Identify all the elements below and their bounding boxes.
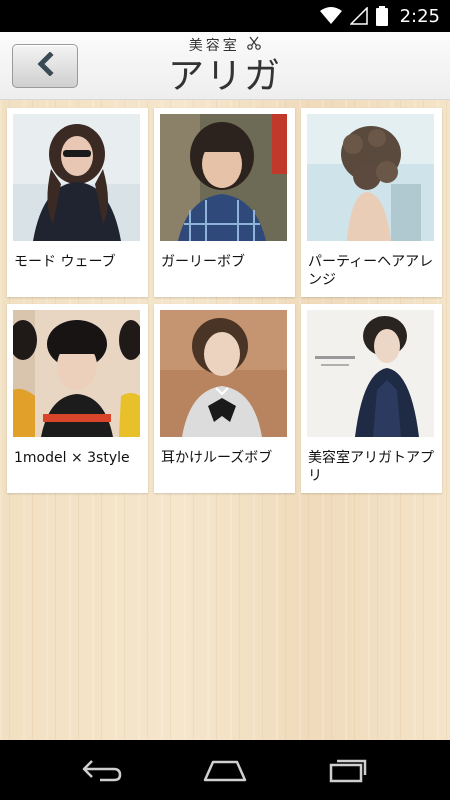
- battery-icon: [375, 6, 388, 26]
- status-bar: 2:25: [0, 0, 450, 32]
- style-card[interactable]: モード ウェーブ: [7, 108, 148, 297]
- app-header: 美容室 アリガト: [0, 32, 450, 137]
- system-nav-bar: [0, 740, 450, 800]
- card-label: 耳かけルーズボブ: [161, 450, 273, 466]
- thumbnail-image: [160, 310, 287, 437]
- back-button[interactable]: [12, 44, 78, 88]
- app-logo: 美容室 アリガト: [150, 32, 300, 137]
- style-card[interactable]: ガーリーボブ: [154, 108, 295, 297]
- style-card[interactable]: 美容室アリガトアプリ: [301, 304, 442, 493]
- scissors-icon: [247, 36, 262, 54]
- card-label: 1model × 3style: [14, 450, 130, 466]
- status-time: 2:25: [399, 5, 440, 27]
- recents-icon[interactable]: [318, 750, 378, 790]
- style-card[interactable]: 1model × 3style: [7, 304, 148, 493]
- card-label: モード ウェーブ: [14, 254, 116, 270]
- content-area: モード ウェーブ ガーリーボブ パーティーヘアアレンジ 1model × 3st…: [0, 100, 450, 740]
- thumbnail-image: [160, 114, 287, 241]
- signal-icon: [349, 7, 368, 25]
- style-card[interactable]: パーティーヘアアレンジ: [301, 108, 442, 297]
- wifi-icon: [319, 7, 342, 25]
- card-label: 美容室アリガトアプリ: [308, 450, 434, 484]
- thumbnail-image: [307, 114, 434, 241]
- style-card[interactable]: 耳かけルーズボブ: [154, 304, 295, 493]
- logo-subtitle: 美容室: [188, 38, 240, 54]
- thumbnail-image: [13, 114, 140, 241]
- card-label: ガーリーボブ: [161, 254, 245, 270]
- home-icon[interactable]: [195, 750, 255, 790]
- back-icon[interactable]: [72, 750, 132, 790]
- chevron-left-icon: [35, 51, 55, 80]
- thumbnail-image: [13, 310, 140, 437]
- thumbnail-image: [307, 310, 434, 437]
- card-label: パーティーヘアアレンジ: [308, 254, 434, 288]
